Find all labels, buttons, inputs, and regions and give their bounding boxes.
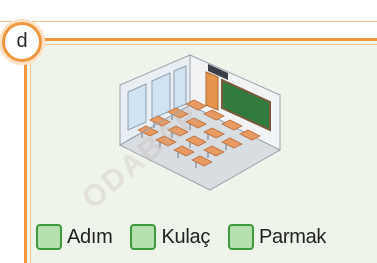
option-parmak[interactable]: Parmak — [228, 224, 326, 250]
option-kulac[interactable]: Kulaç — [130, 224, 210, 250]
option-adim[interactable]: Adım — [36, 224, 113, 250]
question-letter: d — [16, 30, 28, 52]
option-label-parmak: Parmak — [259, 225, 327, 248]
option-label-kulac: Kulaç — [161, 225, 211, 248]
checkbox-adim[interactable] — [36, 224, 62, 250]
classroom-illustration — [118, 54, 282, 191]
question-letter-badge: d — [2, 22, 42, 62]
question-card: d ODABAR Adım Kulaç Parmak — [0, 0, 377, 263]
answer-options: Adım Kulaç Parmak — [36, 224, 326, 250]
option-label-adim: Adım — [67, 225, 113, 248]
top-divider — [0, 0, 377, 22]
checkbox-parmak[interactable] — [228, 224, 255, 250]
checkbox-kulac[interactable] — [130, 224, 157, 250]
